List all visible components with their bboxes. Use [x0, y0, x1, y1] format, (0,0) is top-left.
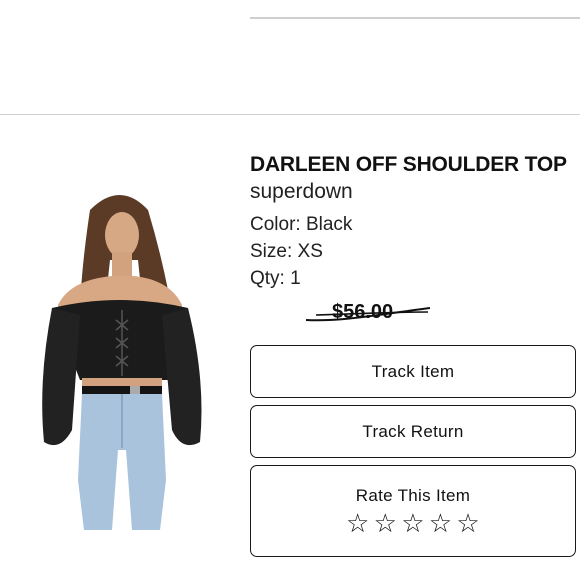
rate-item-label: Rate This Item	[355, 486, 471, 505]
star-rating[interactable]: ☆ ☆ ☆ ☆ ☆	[346, 510, 480, 538]
product-size: Size: XS	[250, 241, 323, 262]
track-return-label: Track Return	[362, 421, 464, 441]
product-title: DARLEEN OFF SHOULDER TOP	[250, 153, 567, 176]
track-item-label: Track Item	[371, 361, 455, 381]
star-icon[interactable]: ☆	[374, 510, 398, 538]
product-quantity: Qty: 1	[250, 268, 301, 289]
star-icon[interactable]: ☆	[429, 510, 453, 538]
rate-item-button[interactable]: Rate This Item ☆ ☆ ☆ ☆ ☆	[250, 465, 576, 557]
star-icon[interactable]: ☆	[456, 510, 480, 538]
section-divider	[0, 114, 580, 115]
price-strikethrough-mark	[305, 307, 431, 322]
product-image	[42, 195, 202, 530]
star-icon[interactable]: ☆	[401, 510, 425, 538]
track-return-button[interactable]: Track Return	[250, 405, 576, 458]
top-divider	[250, 17, 580, 19]
track-item-button[interactable]: Track Item	[250, 345, 576, 398]
product-color: Color: Black	[250, 214, 353, 235]
product-brand: superdown	[250, 180, 353, 203]
price-block: $56.00	[302, 300, 434, 328]
star-icon[interactable]: ☆	[346, 510, 370, 538]
